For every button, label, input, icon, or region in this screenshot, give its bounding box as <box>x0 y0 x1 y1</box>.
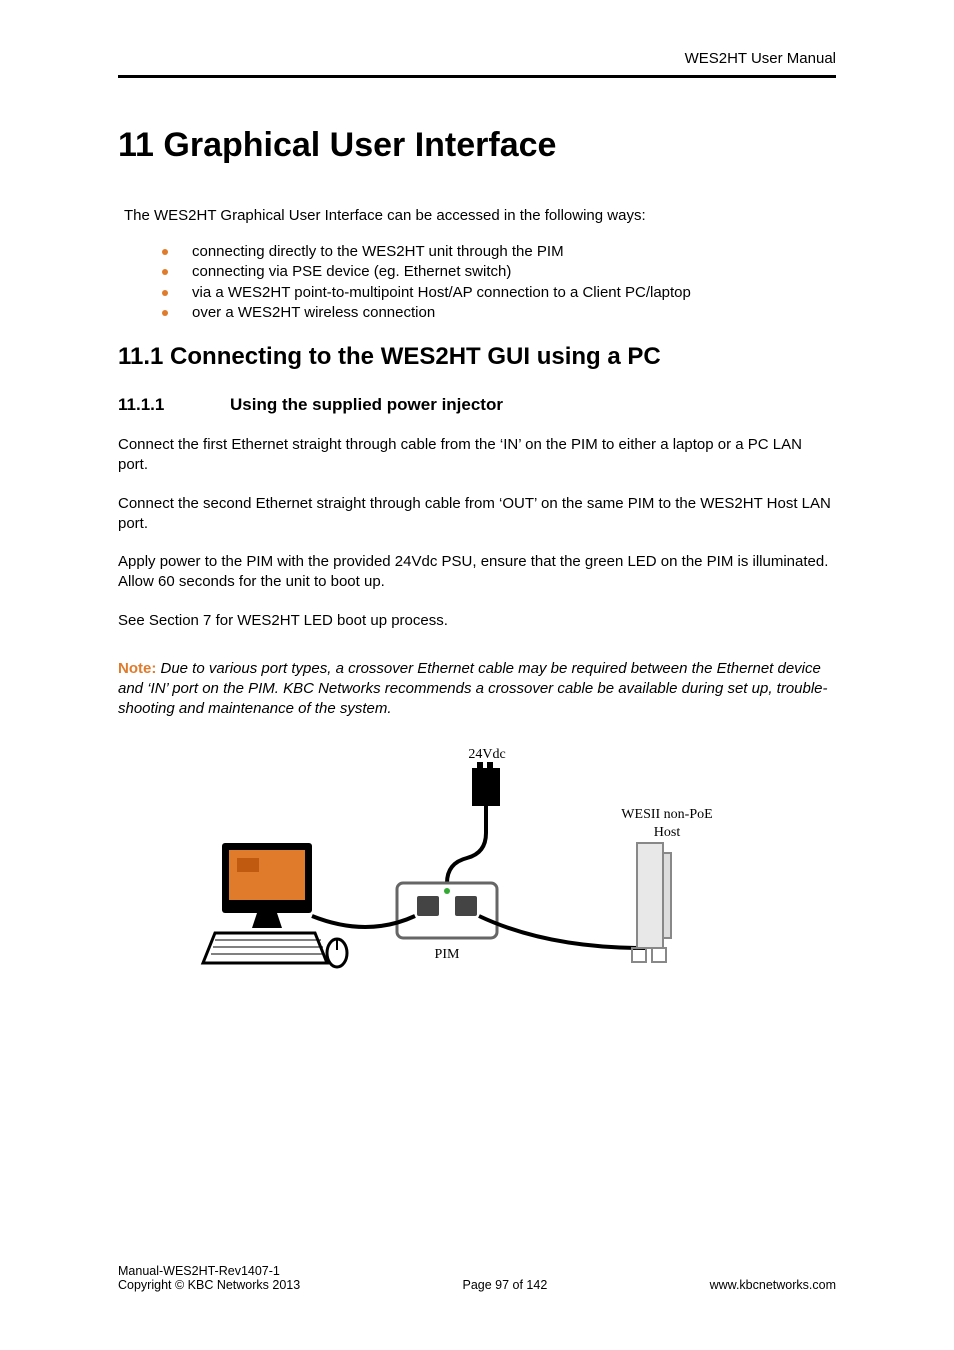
diagram-host-label-1: WESII non-PoE <box>621 807 712 822</box>
note-paragraph: Note: Due to various port types, a cross… <box>118 659 836 720</box>
connection-diagram: 24Vdc PIM <box>118 738 836 1003</box>
list-item: connecting via PSE device (eg. Ethernet … <box>162 262 836 282</box>
diagram-svg: 24Vdc PIM <box>197 738 757 998</box>
heading-1: 11 Graphical User Interface <box>118 126 836 165</box>
diagram-host-label-2: Host <box>654 825 681 840</box>
footer-url: www.kbcnetworks.com <box>710 1278 836 1292</box>
cable-host-icon <box>479 916 644 948</box>
heading-2: 11.1 Connecting to the WES2HT GUI using … <box>118 343 836 371</box>
body-paragraph: Connect the second Ethernet straight thr… <box>118 494 836 535</box>
cable-pc-icon <box>312 916 415 927</box>
footer-copyright: Copyright © KBC Networks 2013 <box>118 1278 300 1292</box>
list-item: via a WES2HT point-to-multipoint Host/AP… <box>162 283 836 303</box>
intro-paragraph: The WES2HT Graphical User Interface can … <box>124 207 836 224</box>
page-footer: Manual-WES2HT-Rev1407-1 Copyright © KBC … <box>118 1264 836 1292</box>
header-rule <box>118 75 836 78</box>
header-doc-title: WES2HT User Manual <box>118 50 836 67</box>
pc-icon <box>203 843 347 967</box>
list-item: over a WES2HT wireless connection <box>162 303 836 323</box>
list-item: connecting directly to the WES2HT unit t… <box>162 242 836 262</box>
body-paragraph: See Section 7 for WES2HT LED boot up pro… <box>118 611 836 631</box>
body-paragraph: Apply power to the PIM with the provided… <box>118 552 836 593</box>
body-paragraph: Connect the first Ethernet straight thro… <box>118 435 836 476</box>
note-body: Due to various port types, a crossover E… <box>118 660 828 718</box>
footer-page-number: Page 97 of 142 <box>300 1278 709 1292</box>
heading-3-title: Using the supplied power injector <box>230 395 503 414</box>
footer-manual-id: Manual-WES2HT-Rev1407-1 <box>118 1264 300 1278</box>
host-device-icon <box>632 843 671 962</box>
note-label: Note: <box>118 660 156 677</box>
heading-3-number: 11.1.1 <box>118 395 230 415</box>
psu-icon <box>447 762 500 883</box>
diagram-pim-label: PIM <box>435 947 460 962</box>
pim-icon <box>397 883 497 938</box>
access-methods-list: connecting directly to the WES2HT unit t… <box>162 242 836 323</box>
diagram-psu-label: 24Vdc <box>468 747 505 762</box>
heading-3: 11.1.1Using the supplied power injector <box>118 395 836 415</box>
